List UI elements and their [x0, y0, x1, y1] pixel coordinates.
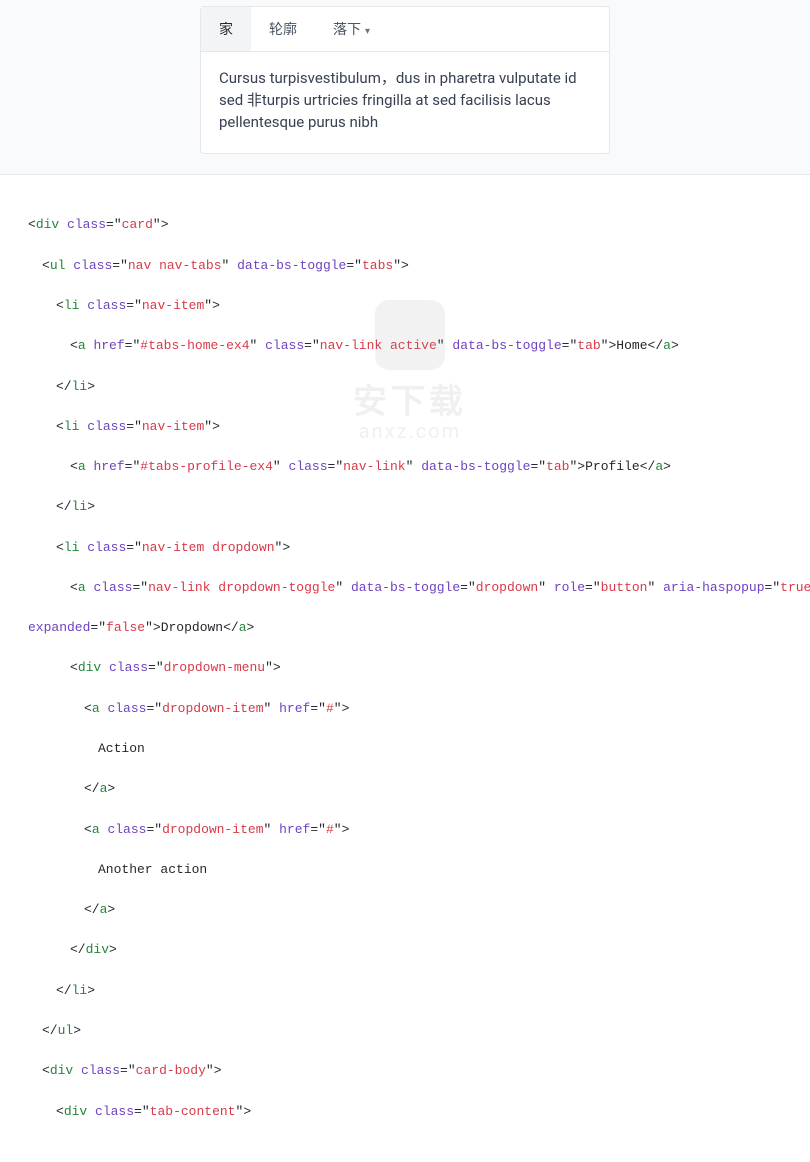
preview-area: 家 轮廓 落下 ▾ Cursus turpisvestibulum，dus in … [0, 0, 810, 174]
code-block: <div class="card"> <ul class="nav nav-ta… [0, 174, 810, 1162]
tab-home[interactable]: 家 [201, 7, 251, 51]
nav-item-home: 家 [201, 7, 251, 51]
tab-label: 家 [219, 22, 233, 38]
nav-item-profile: 轮廓 [251, 7, 315, 51]
tab-dropdown[interactable]: 落下 ▾ [315, 7, 388, 51]
tab-profile[interactable]: 轮廓 [251, 7, 315, 51]
nav-item-dropdown: 落下 ▾ [315, 7, 388, 51]
body-text: Cursus turpisvestibulum，dus in pharetra … [219, 69, 577, 131]
tab-label: 落下 [333, 22, 361, 38]
chevron-down-icon: ▾ [365, 26, 370, 37]
card-body: Cursus turpisvestibulum，dus in pharetra … [201, 52, 609, 153]
tab-label: 轮廓 [269, 22, 297, 38]
card: 家 轮廓 落下 ▾ Cursus turpisvestibulum，dus in … [200, 6, 610, 154]
nav-tabs: 家 轮廓 落下 ▾ [201, 7, 609, 52]
